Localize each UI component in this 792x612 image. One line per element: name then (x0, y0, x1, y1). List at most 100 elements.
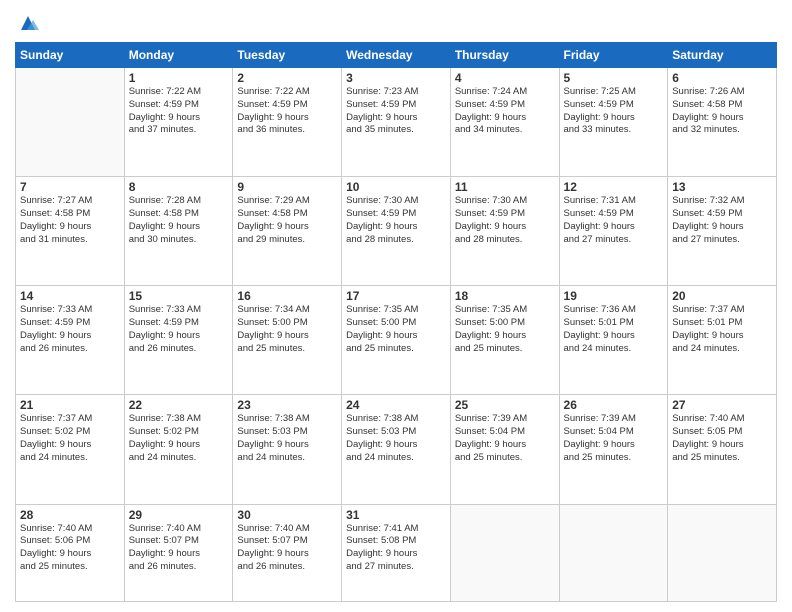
day-number: 13 (672, 180, 772, 194)
calendar-day-cell: 30Sunrise: 7:40 AM Sunset: 5:07 PM Dayli… (233, 504, 342, 602)
calendar-day-cell: 28Sunrise: 7:40 AM Sunset: 5:06 PM Dayli… (16, 504, 125, 602)
calendar-day-cell: 16Sunrise: 7:34 AM Sunset: 5:00 PM Dayli… (233, 286, 342, 395)
weekday-header: Tuesday (233, 43, 342, 68)
calendar-day-cell: 10Sunrise: 7:30 AM Sunset: 4:59 PM Dayli… (342, 177, 451, 286)
weekday-header: Thursday (450, 43, 559, 68)
day-info: Sunrise: 7:34 AM Sunset: 5:00 PM Dayligh… (237, 304, 337, 355)
day-info: Sunrise: 7:26 AM Sunset: 4:58 PM Dayligh… (672, 86, 772, 137)
day-info: Sunrise: 7:35 AM Sunset: 5:00 PM Dayligh… (346, 304, 446, 355)
day-info: Sunrise: 7:38 AM Sunset: 5:02 PM Dayligh… (129, 413, 229, 464)
calendar-day-cell (559, 504, 668, 602)
day-info: Sunrise: 7:22 AM Sunset: 4:59 PM Dayligh… (237, 86, 337, 137)
day-number: 26 (564, 398, 664, 412)
calendar-day-cell (668, 504, 777, 602)
day-info: Sunrise: 7:37 AM Sunset: 5:02 PM Dayligh… (20, 413, 120, 464)
day-info: Sunrise: 7:38 AM Sunset: 5:03 PM Dayligh… (346, 413, 446, 464)
calendar-day-cell: 12Sunrise: 7:31 AM Sunset: 4:59 PM Dayli… (559, 177, 668, 286)
calendar-day-cell: 31Sunrise: 7:41 AM Sunset: 5:08 PM Dayli… (342, 504, 451, 602)
day-info: Sunrise: 7:40 AM Sunset: 5:05 PM Dayligh… (672, 413, 772, 464)
calendar-day-cell: 5Sunrise: 7:25 AM Sunset: 4:59 PM Daylig… (559, 68, 668, 177)
calendar-day-cell: 13Sunrise: 7:32 AM Sunset: 4:59 PM Dayli… (668, 177, 777, 286)
day-info: Sunrise: 7:33 AM Sunset: 4:59 PM Dayligh… (129, 304, 229, 355)
calendar-day-cell: 18Sunrise: 7:35 AM Sunset: 5:00 PM Dayli… (450, 286, 559, 395)
calendar-week-row: 14Sunrise: 7:33 AM Sunset: 4:59 PM Dayli… (16, 286, 777, 395)
day-info: Sunrise: 7:40 AM Sunset: 5:07 PM Dayligh… (237, 523, 337, 574)
weekday-header: Friday (559, 43, 668, 68)
page: SundayMondayTuesdayWednesdayThursdayFrid… (0, 0, 792, 612)
logo-icon (17, 12, 39, 34)
day-info: Sunrise: 7:24 AM Sunset: 4:59 PM Dayligh… (455, 86, 555, 137)
day-number: 5 (564, 71, 664, 85)
day-number: 25 (455, 398, 555, 412)
calendar-day-cell: 7Sunrise: 7:27 AM Sunset: 4:58 PM Daylig… (16, 177, 125, 286)
day-info: Sunrise: 7:33 AM Sunset: 4:59 PM Dayligh… (20, 304, 120, 355)
day-number: 24 (346, 398, 446, 412)
calendar-day-cell: 3Sunrise: 7:23 AM Sunset: 4:59 PM Daylig… (342, 68, 451, 177)
calendar-week-row: 28Sunrise: 7:40 AM Sunset: 5:06 PM Dayli… (16, 504, 777, 602)
day-info: Sunrise: 7:32 AM Sunset: 4:59 PM Dayligh… (672, 195, 772, 246)
calendar-day-cell (450, 504, 559, 602)
day-number: 21 (20, 398, 120, 412)
day-info: Sunrise: 7:39 AM Sunset: 5:04 PM Dayligh… (564, 413, 664, 464)
day-info: Sunrise: 7:30 AM Sunset: 4:59 PM Dayligh… (346, 195, 446, 246)
day-number: 19 (564, 289, 664, 303)
day-number: 6 (672, 71, 772, 85)
day-info: Sunrise: 7:22 AM Sunset: 4:59 PM Dayligh… (129, 86, 229, 137)
calendar-day-cell: 22Sunrise: 7:38 AM Sunset: 5:02 PM Dayli… (124, 395, 233, 504)
calendar-day-cell: 15Sunrise: 7:33 AM Sunset: 4:59 PM Dayli… (124, 286, 233, 395)
calendar-week-row: 1Sunrise: 7:22 AM Sunset: 4:59 PM Daylig… (16, 68, 777, 177)
day-number: 14 (20, 289, 120, 303)
day-number: 18 (455, 289, 555, 303)
day-info: Sunrise: 7:40 AM Sunset: 5:07 PM Dayligh… (129, 523, 229, 574)
header (15, 10, 777, 34)
calendar-day-cell: 6Sunrise: 7:26 AM Sunset: 4:58 PM Daylig… (668, 68, 777, 177)
day-number: 4 (455, 71, 555, 85)
weekday-header: Saturday (668, 43, 777, 68)
day-number: 3 (346, 71, 446, 85)
calendar-day-cell: 2Sunrise: 7:22 AM Sunset: 4:59 PM Daylig… (233, 68, 342, 177)
calendar-week-row: 21Sunrise: 7:37 AM Sunset: 5:02 PM Dayli… (16, 395, 777, 504)
day-number: 22 (129, 398, 229, 412)
day-info: Sunrise: 7:28 AM Sunset: 4:58 PM Dayligh… (129, 195, 229, 246)
calendar-day-cell: 19Sunrise: 7:36 AM Sunset: 5:01 PM Dayli… (559, 286, 668, 395)
day-number: 31 (346, 508, 446, 522)
calendar-day-cell: 26Sunrise: 7:39 AM Sunset: 5:04 PM Dayli… (559, 395, 668, 504)
calendar-day-cell: 21Sunrise: 7:37 AM Sunset: 5:02 PM Dayli… (16, 395, 125, 504)
day-info: Sunrise: 7:41 AM Sunset: 5:08 PM Dayligh… (346, 523, 446, 574)
day-info: Sunrise: 7:29 AM Sunset: 4:58 PM Dayligh… (237, 195, 337, 246)
calendar-day-cell: 24Sunrise: 7:38 AM Sunset: 5:03 PM Dayli… (342, 395, 451, 504)
calendar-day-cell: 8Sunrise: 7:28 AM Sunset: 4:58 PM Daylig… (124, 177, 233, 286)
calendar-day-cell: 9Sunrise: 7:29 AM Sunset: 4:58 PM Daylig… (233, 177, 342, 286)
calendar-day-cell: 27Sunrise: 7:40 AM Sunset: 5:05 PM Dayli… (668, 395, 777, 504)
calendar-week-row: 7Sunrise: 7:27 AM Sunset: 4:58 PM Daylig… (16, 177, 777, 286)
calendar-day-cell: 14Sunrise: 7:33 AM Sunset: 4:59 PM Dayli… (16, 286, 125, 395)
day-info: Sunrise: 7:39 AM Sunset: 5:04 PM Dayligh… (455, 413, 555, 464)
day-info: Sunrise: 7:27 AM Sunset: 4:58 PM Dayligh… (20, 195, 120, 246)
day-info: Sunrise: 7:36 AM Sunset: 5:01 PM Dayligh… (564, 304, 664, 355)
calendar-day-cell: 23Sunrise: 7:38 AM Sunset: 5:03 PM Dayli… (233, 395, 342, 504)
day-info: Sunrise: 7:31 AM Sunset: 4:59 PM Dayligh… (564, 195, 664, 246)
weekday-header: Wednesday (342, 43, 451, 68)
day-number: 20 (672, 289, 772, 303)
calendar-day-cell: 1Sunrise: 7:22 AM Sunset: 4:59 PM Daylig… (124, 68, 233, 177)
day-number: 28 (20, 508, 120, 522)
calendar-day-cell: 17Sunrise: 7:35 AM Sunset: 5:00 PM Dayli… (342, 286, 451, 395)
calendar-day-cell: 25Sunrise: 7:39 AM Sunset: 5:04 PM Dayli… (450, 395, 559, 504)
calendar-day-cell (16, 68, 125, 177)
weekday-header: Monday (124, 43, 233, 68)
day-number: 7 (20, 180, 120, 194)
day-number: 27 (672, 398, 772, 412)
calendar-day-cell: 29Sunrise: 7:40 AM Sunset: 5:07 PM Dayli… (124, 504, 233, 602)
day-info: Sunrise: 7:38 AM Sunset: 5:03 PM Dayligh… (237, 413, 337, 464)
day-number: 17 (346, 289, 446, 303)
day-info: Sunrise: 7:35 AM Sunset: 5:00 PM Dayligh… (455, 304, 555, 355)
day-number: 9 (237, 180, 337, 194)
day-number: 16 (237, 289, 337, 303)
day-info: Sunrise: 7:30 AM Sunset: 4:59 PM Dayligh… (455, 195, 555, 246)
day-number: 8 (129, 180, 229, 194)
day-info: Sunrise: 7:40 AM Sunset: 5:06 PM Dayligh… (20, 523, 120, 574)
day-number: 11 (455, 180, 555, 194)
day-info: Sunrise: 7:37 AM Sunset: 5:01 PM Dayligh… (672, 304, 772, 355)
calendar-day-cell: 11Sunrise: 7:30 AM Sunset: 4:59 PM Dayli… (450, 177, 559, 286)
day-number: 23 (237, 398, 337, 412)
